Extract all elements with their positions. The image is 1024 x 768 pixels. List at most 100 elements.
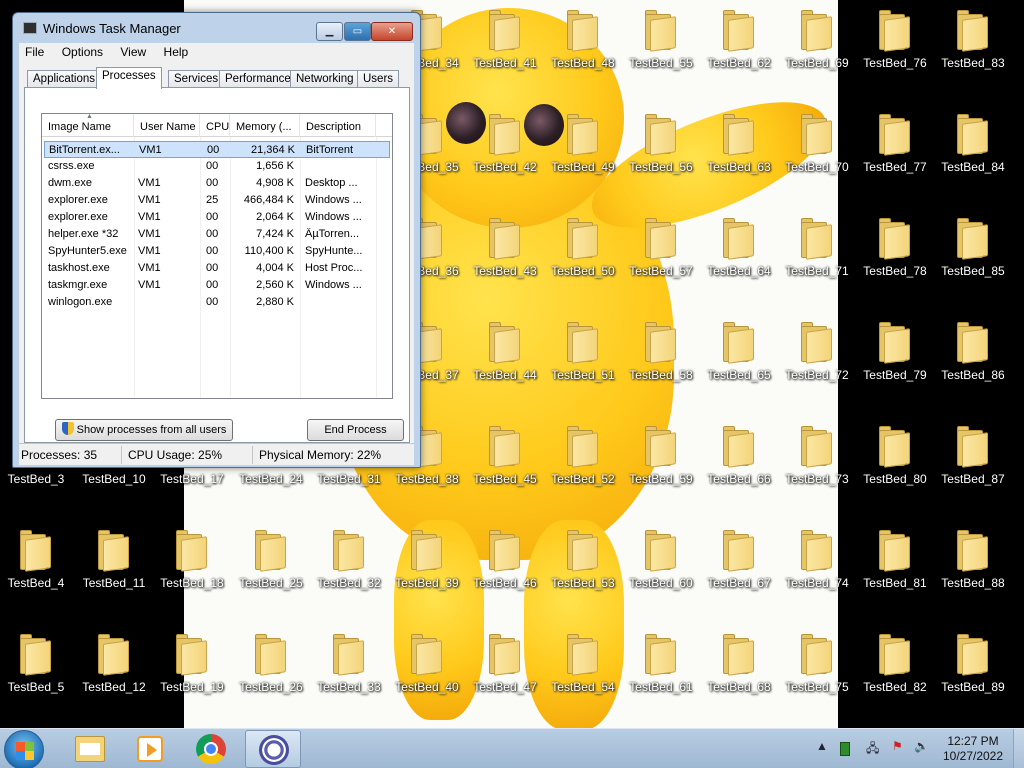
column-user-name[interactable]: User Name xyxy=(134,114,200,137)
desktop-folder[interactable]: TestBed_84 xyxy=(937,104,1009,200)
desktop-folder[interactable]: TestBed_88 xyxy=(937,520,1009,616)
desktop-folder[interactable]: TestBed_60 xyxy=(625,520,697,616)
tab-processes[interactable]: Processes xyxy=(96,67,162,89)
desktop-folder[interactable]: TestBed_44 xyxy=(469,312,541,408)
desktop-folder[interactable]: TestBed_78 xyxy=(859,208,931,304)
desktop-folder[interactable]: TestBed_59 xyxy=(625,416,697,512)
desktop-folder[interactable]: TestBed_79 xyxy=(859,312,931,408)
desktop-folder[interactable]: TestBed_40 xyxy=(391,624,463,720)
desktop-folder[interactable]: TestBed_18 xyxy=(156,520,228,616)
desktop-folder[interactable]: TestBed_12 xyxy=(78,624,150,720)
desktop-folder[interactable]: TestBed_65 xyxy=(703,312,775,408)
desktop-folder[interactable]: TestBed_75 xyxy=(781,624,853,720)
desktop-folder[interactable]: TestBed_52 xyxy=(547,416,619,512)
desktop-folder[interactable]: TestBed_26 xyxy=(235,624,307,720)
maximize-button[interactable]: ▭ xyxy=(344,22,371,41)
process-row[interactable]: helper.exe *32 VM1 00 7,424 K ÂµTorren... xyxy=(44,226,390,243)
desktop-folder[interactable]: TestBed_69 xyxy=(781,0,853,96)
process-row[interactable]: winlogon.exe 00 2,880 K xyxy=(44,294,390,311)
tray-app-icon[interactable] xyxy=(840,742,850,756)
start-button[interactable] xyxy=(4,730,44,768)
desktop-folder[interactable]: TestBed_61 xyxy=(625,624,697,720)
desktop-folder[interactable]: TestBed_80 xyxy=(859,416,931,512)
column-image-name[interactable]: ▲ Image Name xyxy=(42,114,134,137)
desktop-folder[interactable]: TestBed_19 xyxy=(156,624,228,720)
menu-options[interactable]: Options xyxy=(56,43,109,59)
desktop-folder[interactable]: TestBed_89 xyxy=(937,624,1009,720)
desktop-folder[interactable]: TestBed_74 xyxy=(781,520,853,616)
desktop-folder[interactable]: TestBed_46 xyxy=(469,520,541,616)
desktop-folder[interactable]: TestBed_70 xyxy=(781,104,853,200)
process-row[interactable]: dwm.exe VM1 00 4,908 K Desktop ... xyxy=(44,175,390,192)
desktop-folder[interactable]: TestBed_76 xyxy=(859,0,931,96)
system-clock[interactable]: 12:27 PM 10/27/2022 xyxy=(938,734,1008,764)
desktop-folder[interactable]: TestBed_62 xyxy=(703,0,775,96)
desktop-folder[interactable]: TestBed_58 xyxy=(625,312,697,408)
taskbar-chrome-button[interactable] xyxy=(183,730,239,768)
desktop-folder[interactable]: TestBed_71 xyxy=(781,208,853,304)
desktop-folder[interactable]: TestBed_42 xyxy=(469,104,541,200)
desktop-folder[interactable]: TestBed_63 xyxy=(703,104,775,200)
desktop-folder[interactable]: TestBed_53 xyxy=(547,520,619,616)
tab-services[interactable]: Services xyxy=(168,70,225,88)
desktop-folder[interactable]: TestBed_32 xyxy=(313,520,385,616)
show-desktop-button[interactable] xyxy=(1013,729,1024,768)
desktop-folder[interactable]: TestBed_64 xyxy=(703,208,775,304)
close-button[interactable]: ✕ xyxy=(371,22,413,41)
desktop-folder[interactable]: TestBed_87 xyxy=(937,416,1009,512)
network-icon[interactable]: 🖧 xyxy=(866,739,879,760)
minimize-button[interactable]: ▁ xyxy=(316,22,343,41)
desktop-folder[interactable]: TestBed_4 xyxy=(0,520,72,616)
desktop-folder[interactable]: TestBed_56 xyxy=(625,104,697,200)
desktop-folder[interactable]: TestBed_43 xyxy=(469,208,541,304)
desktop-folder[interactable]: TestBed_67 xyxy=(703,520,775,616)
process-row[interactable]: taskmgr.exe VM1 00 2,560 K Windows ... xyxy=(44,277,390,294)
process-list[interactable]: ▲ Image Name User Name CPU Memory (... De… xyxy=(41,113,393,399)
desktop-folder[interactable]: TestBed_55 xyxy=(625,0,697,96)
desktop-folder[interactable]: TestBed_39 xyxy=(391,520,463,616)
desktop-folder[interactable]: TestBed_45 xyxy=(469,416,541,512)
desktop-folder[interactable]: TestBed_68 xyxy=(703,624,775,720)
show-hidden-icons-icon[interactable]: ▲ xyxy=(816,739,828,753)
desktop-folder[interactable]: TestBed_82 xyxy=(859,624,931,720)
desktop-folder[interactable]: TestBed_86 xyxy=(937,312,1009,408)
tab-networking[interactable]: Networking xyxy=(290,70,360,88)
desktop-folder[interactable]: TestBed_83 xyxy=(937,0,1009,96)
title-bar[interactable]: Windows Task Manager ▁ ▭ ✕ xyxy=(13,13,420,43)
desktop-folder[interactable]: TestBed_50 xyxy=(547,208,619,304)
desktop-folder[interactable]: TestBed_77 xyxy=(859,104,931,200)
desktop-folder[interactable]: TestBed_47 xyxy=(469,624,541,720)
process-row[interactable]: csrss.exe 00 1,656 K xyxy=(44,158,390,175)
tab-performance[interactable]: Performance xyxy=(219,70,297,88)
taskbar-explorer-button[interactable] xyxy=(61,730,117,768)
column-description[interactable]: Description xyxy=(300,114,376,137)
show-all-processes-button[interactable]: Show processes from all users xyxy=(55,419,233,441)
desktop-folder[interactable]: TestBed_85 xyxy=(937,208,1009,304)
tab-applications[interactable]: Applications xyxy=(27,70,102,88)
desktop-folder[interactable]: TestBed_57 xyxy=(625,208,697,304)
process-row[interactable]: taskhost.exe VM1 00 4,004 K Host Proc... xyxy=(44,260,390,277)
action-center-icon[interactable]: ⚑ xyxy=(892,739,903,753)
volume-icon[interactable]: 🔈 xyxy=(914,739,929,753)
menu-help[interactable]: Help xyxy=(158,43,195,59)
desktop-folder[interactable]: TestBed_49 xyxy=(547,104,619,200)
taskbar-media-player-button[interactable] xyxy=(121,730,177,768)
task-manager-window[interactable]: Windows Task Manager ▁ ▭ ✕ File Options … xyxy=(12,12,421,468)
desktop-folder[interactable]: TestBed_66 xyxy=(703,416,775,512)
process-row[interactable]: SpyHunter5.exe VM1 00 110,400 K SpyHunte... xyxy=(44,243,390,260)
desktop-folder[interactable]: TestBed_41 xyxy=(469,0,541,96)
process-row[interactable]: BitTorrent.ex... VM1 00 21,364 K BitTorrent xyxy=(44,141,390,158)
desktop-folder[interactable]: TestBed_72 xyxy=(781,312,853,408)
menu-file[interactable]: File xyxy=(19,43,50,59)
tab-users[interactable]: Users xyxy=(357,70,400,88)
process-row[interactable]: explorer.exe VM1 00 2,064 K Windows ... xyxy=(44,209,390,226)
menu-view[interactable]: View xyxy=(114,43,152,59)
desktop-folder[interactable]: TestBed_5 xyxy=(0,624,72,720)
taskbar-bittorrent-button[interactable] xyxy=(245,730,301,768)
process-row[interactable]: explorer.exe VM1 25 466,484 K Windows ... xyxy=(44,192,390,209)
desktop-folder[interactable]: TestBed_48 xyxy=(547,0,619,96)
desktop-folder[interactable]: TestBed_81 xyxy=(859,520,931,616)
desktop-folder[interactable]: TestBed_54 xyxy=(547,624,619,720)
desktop-folder[interactable]: TestBed_11 xyxy=(78,520,150,616)
desktop-folder[interactable]: TestBed_33 xyxy=(313,624,385,720)
